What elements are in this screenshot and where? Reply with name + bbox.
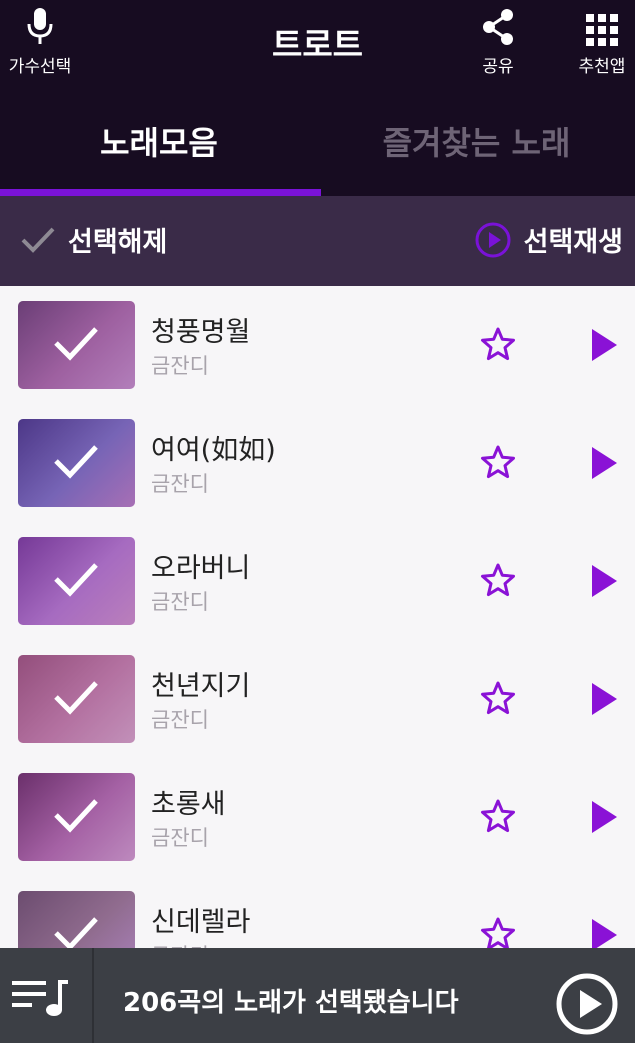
song-title: 여여(如如) [151,435,276,466]
play-circle-icon [556,973,618,1035]
song-thumbnail[interactable] [18,301,135,389]
song-artist: 금잔디 [151,472,209,496]
song-title: 청풍명월 [151,317,251,348]
deselect-button[interactable]: 선택해제 [20,220,167,259]
grid-icon [586,0,618,46]
check-icon [54,445,98,479]
song-title: 신데렐라 [151,907,251,938]
selection-bar: 선택해제 선택재생 [0,196,635,286]
play-song-icon[interactable] [590,682,618,720]
song-artist: 금잔디 [151,354,209,378]
song-title: 오라버니 [151,553,251,584]
song-row[interactable]: 천년지기금잔디 [0,640,635,759]
share-icon [480,0,516,46]
deselect-label: 선택해제 [68,227,168,258]
bottom-bar-divider [92,948,94,1043]
share-label: 공유 [482,57,514,77]
song-title: 초롱새 [151,789,226,820]
check-icon [54,917,98,951]
song-row[interactable]: 오라버니금잔디 [0,522,635,641]
tab-song-collection[interactable]: 노래모음 [0,118,318,174]
song-thumbnail[interactable] [18,655,135,743]
check-icon [21,227,55,253]
selected-count-status: 206곡의 노래가 선택됐습니다 [123,988,459,1018]
tab-indicator [0,189,321,196]
song-title: 천년지기 [151,671,251,702]
song-row[interactable]: 여여(如如) 금잔디 [0,404,635,523]
play-circle-icon [475,222,511,257]
tab-favorite-songs[interactable]: 즐겨찾는 노래 [318,118,635,174]
favorite-star-icon[interactable] [480,680,516,720]
check-icon [54,327,98,361]
play-song-icon[interactable] [590,446,618,484]
song-thumbnail[interactable] [18,537,135,625]
playlist-icon[interactable] [12,978,70,1022]
recommend-apps-button[interactable]: 추천앱 [567,0,635,90]
song-row[interactable]: 초롱새금잔디 [0,758,635,877]
favorite-star-icon[interactable] [480,444,516,484]
song-artist: 금잔디 [151,708,209,732]
play-song-icon[interactable] [590,328,618,366]
play-selected-label: 선택재생 [523,227,623,258]
play-song-icon[interactable] [590,800,618,838]
song-row[interactable]: 청풍명월금잔디 [0,286,635,405]
favorite-star-icon[interactable] [480,326,516,366]
app-title: 트로트 [271,25,364,64]
song-artist: 금잔디 [151,826,209,850]
bottom-player-bar: 206곡의 노래가 선택됐습니다 [0,948,635,1043]
play-song-icon[interactable] [590,564,618,602]
favorite-star-icon[interactable] [480,562,516,602]
check-icon [54,681,98,715]
app-header: 가수선택 트로트 공유 추천앱 노래모음 즐겨찾는 노래 [0,0,635,196]
song-artist: 금잔디 [151,590,209,614]
check-icon [54,799,98,833]
check-icon [54,563,98,597]
share-button[interactable]: 공유 [463,0,533,90]
play-selected-button[interactable]: 선택재생 [474,220,623,259]
song-thumbnail[interactable] [18,419,135,507]
recommend-apps-label: 추천앱 [578,57,626,77]
song-thumbnail[interactable] [18,773,135,861]
play-all-button[interactable] [555,972,619,1040]
favorite-star-icon[interactable] [480,798,516,838]
